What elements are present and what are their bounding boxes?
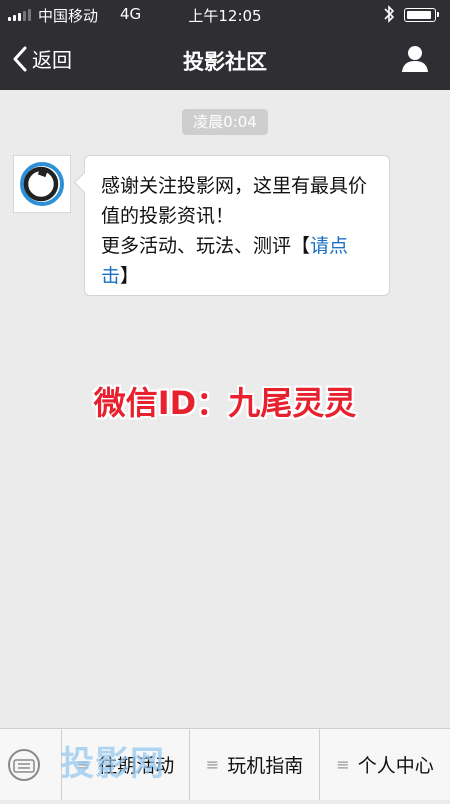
menu-item-label: 个人中心 <box>357 755 434 777</box>
account-avatar[interactable] <box>13 155 71 213</box>
message-bubble: 感谢关注投影网，这里有最具价值的投影资讯！ 更多活动、玩法、测评【请点击】 <box>84 155 390 296</box>
menu-item-guide[interactable]: ≡ 玩机指南 <box>190 729 320 800</box>
nav-bar: 返回 投影社区 <box>0 30 450 90</box>
logo-icon <box>20 162 64 206</box>
bottom-menu-bar: ≡ 往期活动 ≡ 玩机指南 ≡ 个人中心 <box>0 728 450 800</box>
page-title: 投影社区 <box>183 50 267 74</box>
menu-item-label: 往期活动 <box>98 755 175 777</box>
menu-item-label: 玩机指南 <box>227 755 304 777</box>
menu-item-personal-center[interactable]: ≡ 个人中心 <box>320 729 450 800</box>
menu-lines-icon: ≡ <box>205 755 220 774</box>
bluetooth-icon <box>383 4 395 28</box>
menu-item-past-events[interactable]: ≡ 往期活动 <box>62 729 190 800</box>
status-bar: 中国移动 4G 上午12:05 <box>0 0 450 30</box>
message-text: 感谢关注投影网，这里有最具价值的投影资讯！ <box>101 175 368 227</box>
message-text-line2: 更多活动、玩法、测评【请点击】 <box>101 235 349 287</box>
watermark-text: 微信ID：九尾灵灵 <box>93 384 357 422</box>
keyboard-icon <box>8 749 40 781</box>
battery-icon <box>404 8 439 22</box>
keyboard-toggle-button[interactable] <box>0 729 62 800</box>
profile-icon[interactable] <box>400 44 430 74</box>
message-timestamp: 凌晨0:04 <box>182 109 268 135</box>
menu-lines-icon: ≡ <box>76 755 91 774</box>
menu-lines-icon: ≡ <box>336 755 350 774</box>
